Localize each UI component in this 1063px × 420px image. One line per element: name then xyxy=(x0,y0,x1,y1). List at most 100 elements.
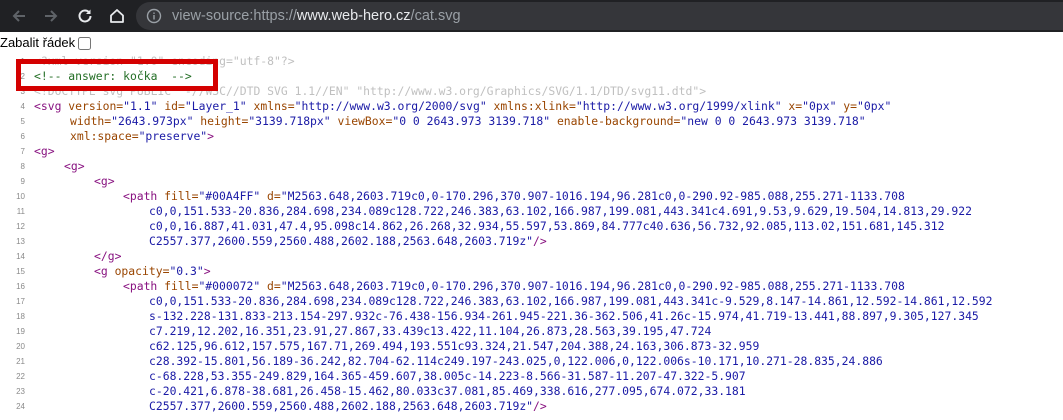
source-line: 5 width="2643.973px" height="3139.718px" … xyxy=(0,114,1063,129)
path-data: s-132.228-131.833-213.154-297.932c-76.43… xyxy=(149,309,979,323)
tag-close: /> xyxy=(533,399,547,413)
line-number: 15 xyxy=(16,267,25,276)
line-number: 14 xyxy=(16,252,25,261)
line-number: 10 xyxy=(16,192,25,201)
source-line: 22 c-68.228,53.355-249.829,164.365-459.60… xyxy=(0,369,1063,384)
attr-name: fill= xyxy=(157,279,199,293)
tag-close: > xyxy=(207,129,215,143)
attr-value: "0px" xyxy=(802,99,837,113)
attr-name: d= xyxy=(260,279,281,293)
attr-name: xmlns= xyxy=(246,99,295,113)
tag-name: <g xyxy=(94,264,108,278)
back-arrow-icon xyxy=(12,10,25,22)
forward-button[interactable] xyxy=(36,0,66,32)
svg-attrs: xml:space="preserve"> xyxy=(70,129,214,144)
path-data: c28.392-15.801,56.189-36.242,82.704-62.1… xyxy=(149,354,883,368)
line-number: 6 xyxy=(20,132,25,141)
attr-value: "http://www.w3.org/1999/xlink" xyxy=(575,99,782,113)
path-data: c0,0,151.533-20.836,284.698,234.089c128.… xyxy=(149,204,972,218)
attr-name: opacity= xyxy=(107,264,170,278)
svg-attrs: width="2643.973px" height="3139.718px" v… xyxy=(70,114,866,129)
source-line: 11 c0,0,151.533-20.836,284.698,234.089c12… xyxy=(0,204,1063,219)
line-wrap-label[interactable]: Zabalit řádek xyxy=(0,34,75,52)
path-data: c0,0,151.533-20.836,284.698,234.089c128.… xyxy=(149,294,993,308)
source-line: 23 c-20.421,6.878-38.681,26.458-15.462,80… xyxy=(0,384,1063,399)
line-number: 23 xyxy=(16,387,25,396)
back-button[interactable] xyxy=(4,0,34,32)
source-line: 14 </g> xyxy=(0,249,1063,264)
source-line: 18 s-132.228-131.833-213.154-297.932c-76.… xyxy=(0,309,1063,324)
line-number: 11 xyxy=(16,207,25,216)
attr-name: version= xyxy=(61,99,124,113)
source-line: 8 <g> xyxy=(0,159,1063,174)
forward-arrow-icon xyxy=(45,10,58,22)
info-icon[interactable] xyxy=(146,8,162,24)
url-path: /cat.svg xyxy=(410,8,461,24)
source-line: 24 C2557.377,2600.559,2560.488,2602.188,2… xyxy=(0,399,1063,414)
line-number: 24 xyxy=(16,402,25,411)
attr-name: x= xyxy=(781,99,803,113)
address-bar[interactable]: view-source:https://www.web-hero.cz/cat.… xyxy=(136,2,1063,30)
source-line: 21 c28.392-15.801,56.189-36.242,82.704-62… xyxy=(0,354,1063,369)
attr-value: "#00A4FF" xyxy=(198,189,261,203)
path-data: c0,0,16.887,41.031,47.4,95.098c14.862,26… xyxy=(149,219,945,233)
attr-name: width= xyxy=(70,114,112,128)
source-line: 13 C2557.377,2600.559,2560.488,2602.188,2… xyxy=(0,234,1063,249)
line-number: 8 xyxy=(20,162,25,171)
attr-value: "M2563.648,2603.719c0,0-170.296,370.907-… xyxy=(280,189,905,203)
reload-icon xyxy=(78,9,92,23)
url-text[interactable]: view-source:https://www.web-hero.cz/cat.… xyxy=(172,2,461,30)
source-line: 10 <path fill="#00A4FF" d="M2563.648,2603… xyxy=(0,189,1063,204)
path-data: c7.219,12.202,16.351,23.91,27.867,33.439… xyxy=(149,324,712,338)
source-line: 9 <g> xyxy=(0,174,1063,189)
home-button[interactable] xyxy=(102,0,132,32)
home-icon xyxy=(110,9,124,23)
path-data-end: C2557.377,2600.559,2560.488,2602.188,256… xyxy=(149,234,547,249)
attr-value: "3139.718px" xyxy=(248,114,331,128)
source-code: 1 <?xml version="1.0" encoding="utf-8"?> … xyxy=(0,54,1063,414)
line-number: 20 xyxy=(16,342,25,351)
g-open-tag: <g> xyxy=(64,159,85,173)
reload-button[interactable] xyxy=(70,0,100,32)
line-wrap-toggle: Zabalit řádek xyxy=(0,34,92,52)
source-line: 12 c0,0,16.887,41.031,47.4,95.098c14.862,… xyxy=(0,219,1063,234)
attr-name: d= xyxy=(260,189,281,203)
line-number: 21 xyxy=(16,357,25,366)
attr-value: "1.1" xyxy=(123,99,158,113)
g-opacity-tag: <g opacity="0.3"> xyxy=(94,264,211,279)
attr-value: "Layer_1" xyxy=(184,99,247,113)
source-line: 4 <svg version="1.1" id="Layer_1" xmlns="… xyxy=(0,99,1063,114)
attr-name: enable-background= xyxy=(550,114,681,128)
tag-name: <svg xyxy=(34,99,62,113)
attr-name: xml:space= xyxy=(70,129,139,143)
attr-value: "#000072" xyxy=(198,279,261,293)
line-wrap-checkbox[interactable] xyxy=(78,36,92,50)
source-line: 15 <g opacity="0.3"> xyxy=(0,264,1063,279)
source-line: 6 xml:space="preserve"> xyxy=(0,129,1063,144)
source-line: 17 c0,0,151.533-20.836,284.698,234.089c12… xyxy=(0,294,1063,309)
attr-value: "M2563.648,2603.719c0,0-170.296,370.907-… xyxy=(280,279,905,293)
path-tag: <path fill="#00A4FF" d="M2563.648,2603.7… xyxy=(123,189,905,204)
svg-open-tag: <svg version="1.1" id="Layer_1" xmlns="h… xyxy=(34,99,891,114)
source-line: 19 c7.219,12.202,16.351,23.91,27.867,33.4… xyxy=(0,324,1063,339)
line-number: 7 xyxy=(20,147,25,156)
browser-toolbar: view-source:https://www.web-hero.cz/cat.… xyxy=(0,0,1063,32)
attr-value: "http://www.w3.org/2000/svg" xyxy=(294,99,487,113)
source-line: 20 c62.125,96.612,157.575,167.71,269.494,… xyxy=(0,339,1063,354)
attr-value: "2643.973px" xyxy=(111,114,194,128)
line-number: 4 xyxy=(20,102,25,111)
attr-name: id= xyxy=(157,99,185,113)
line-number: 13 xyxy=(16,237,25,246)
answer-highlight-box xyxy=(16,59,218,91)
attr-name: fill= xyxy=(157,189,199,203)
path-tag: <path fill="#000072" d="M2563.648,2603.7… xyxy=(123,279,905,294)
g-open-tag: <g> xyxy=(94,174,115,188)
source-line: 16 <path fill="#000072" d="M2563.648,2603… xyxy=(0,279,1063,294)
path-data: c-20.421,6.878-38.681,26.458-15.462,80.0… xyxy=(149,384,746,398)
path-data: c62.125,96.612,157.575,167.71,269.494,19… xyxy=(149,339,760,353)
tag-name: <path xyxy=(123,189,158,203)
line-number: 12 xyxy=(16,222,25,231)
line-number: 17 xyxy=(16,297,25,306)
attr-value: C2557.377,2600.559,2560.488,2602.188,256… xyxy=(149,399,534,413)
url-host: www.web-hero.cz xyxy=(296,8,411,24)
